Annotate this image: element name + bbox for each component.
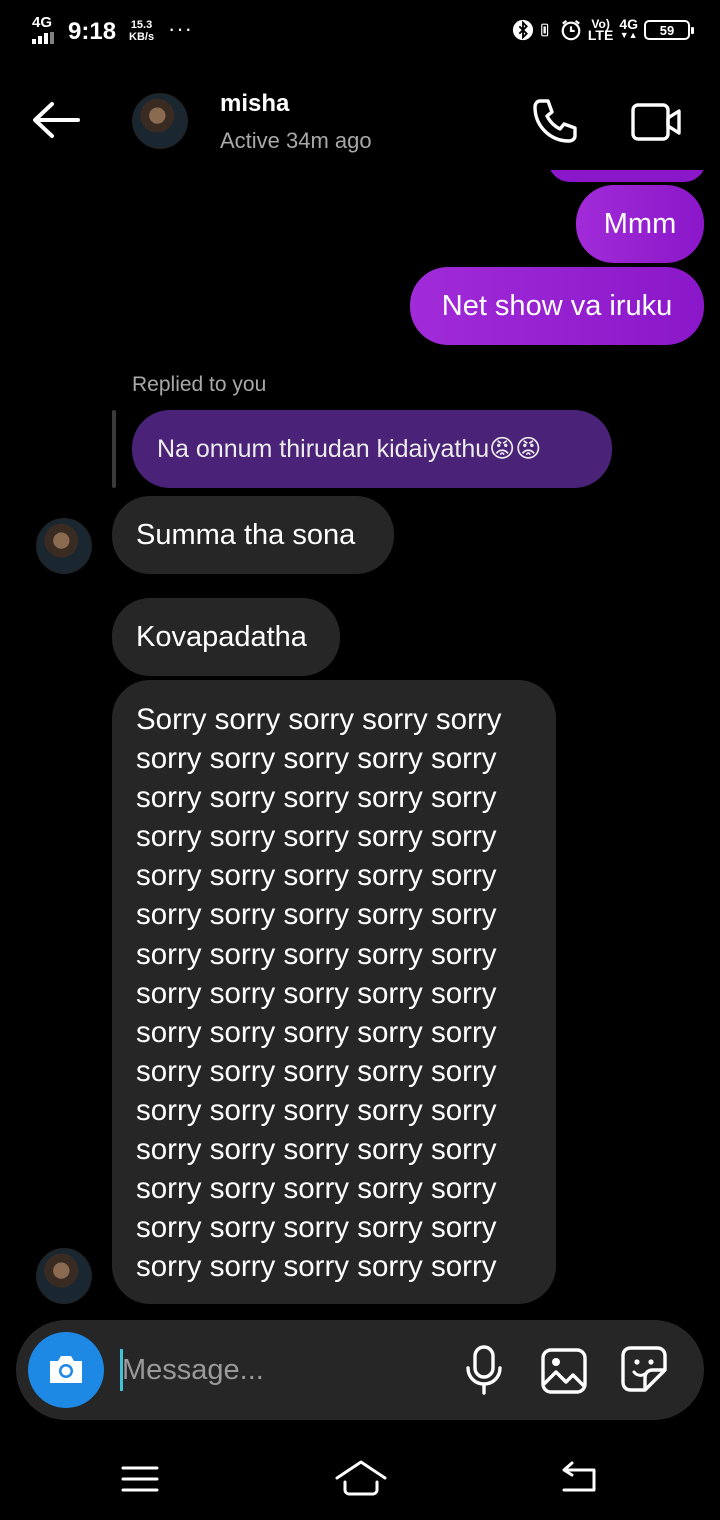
battery-icon: 59 (644, 20, 694, 40)
signal-bars-icon (32, 32, 56, 44)
avatar[interactable] (36, 518, 92, 574)
replied-message-quote[interactable]: Na onnum thirudan kidaiyathu😡😡 (132, 410, 612, 488)
received-message[interactable]: Summa tha sona (112, 496, 394, 574)
network-speed: 15.3 KB/s (129, 19, 154, 43)
back-arrow-icon[interactable] (30, 100, 82, 140)
back-nav-icon[interactable] (556, 1460, 600, 1496)
microphone-icon[interactable] (462, 1344, 506, 1396)
reply-indicator-line (112, 410, 116, 488)
speed-value: 15.3 (130, 19, 153, 31)
volte-indicator: Vo) LTE (587, 18, 614, 43)
vibrate-icon (541, 23, 549, 37)
message-input[interactable] (122, 1344, 452, 1396)
message-text: Kovapadatha (136, 620, 307, 653)
system-navigation-bar (0, 1436, 720, 1520)
status-icons: Vo) LTE 4G ▼▲ 59 (512, 16, 694, 43)
message-text: Mmm (603, 207, 677, 240)
more-notifications-icon: ··· (168, 16, 193, 41)
sent-message[interactable]: Mmm (576, 185, 704, 263)
reply-label: Replied to you (132, 373, 267, 396)
clock: 9:18 (68, 18, 117, 45)
camera-button[interactable] (28, 1332, 104, 1408)
alarm-icon (561, 19, 581, 41)
sent-message[interactable]: Net show va iruku (410, 267, 704, 345)
chat-header: misha Active 34m ago (0, 64, 720, 174)
received-message[interactable]: Sorry sorry sorry sorry sorry sorry sorr… (112, 680, 556, 1304)
message-text: Sorry sorry sorry sorry sorry sorry sorr… (136, 703, 502, 1284)
status-bar: 4G 9:18 15.3 KB/s ··· Vo) LTE 4G ▼▲ 59 (0, 0, 720, 64)
phone-icon[interactable] (530, 96, 580, 146)
received-message[interactable]: Kovapadatha (112, 598, 340, 676)
home-icon[interactable] (334, 1456, 388, 1498)
network-right-label: 4G (619, 16, 638, 32)
message-text: Summa tha sona (136, 518, 356, 551)
gallery-icon[interactable] (539, 1346, 589, 1396)
message-composer (16, 1320, 704, 1420)
battery-level: 59 (659, 22, 675, 38)
sticker-icon[interactable] (619, 1344, 669, 1394)
lte-label: LTE (587, 27, 614, 43)
camera-icon (50, 1356, 82, 1383)
signal-indicator: 4G (32, 14, 56, 44)
avatar[interactable] (36, 1248, 92, 1304)
contact-name[interactable]: misha (220, 90, 289, 118)
network-type: 4G (32, 14, 53, 31)
bluetooth-icon (512, 19, 533, 41)
speed-unit: KB/s (129, 31, 155, 43)
network-indicator-right: 4G ▼▲ (619, 16, 638, 41)
avatar[interactable] (132, 93, 188, 149)
recent-apps-icon[interactable] (120, 1462, 160, 1496)
video-camera-icon[interactable] (630, 100, 682, 144)
message-text: Net show va iruku (441, 289, 673, 322)
data-arrows-icon: ▼▲ (619, 30, 638, 40)
active-status: Active 34m ago (220, 128, 372, 153)
